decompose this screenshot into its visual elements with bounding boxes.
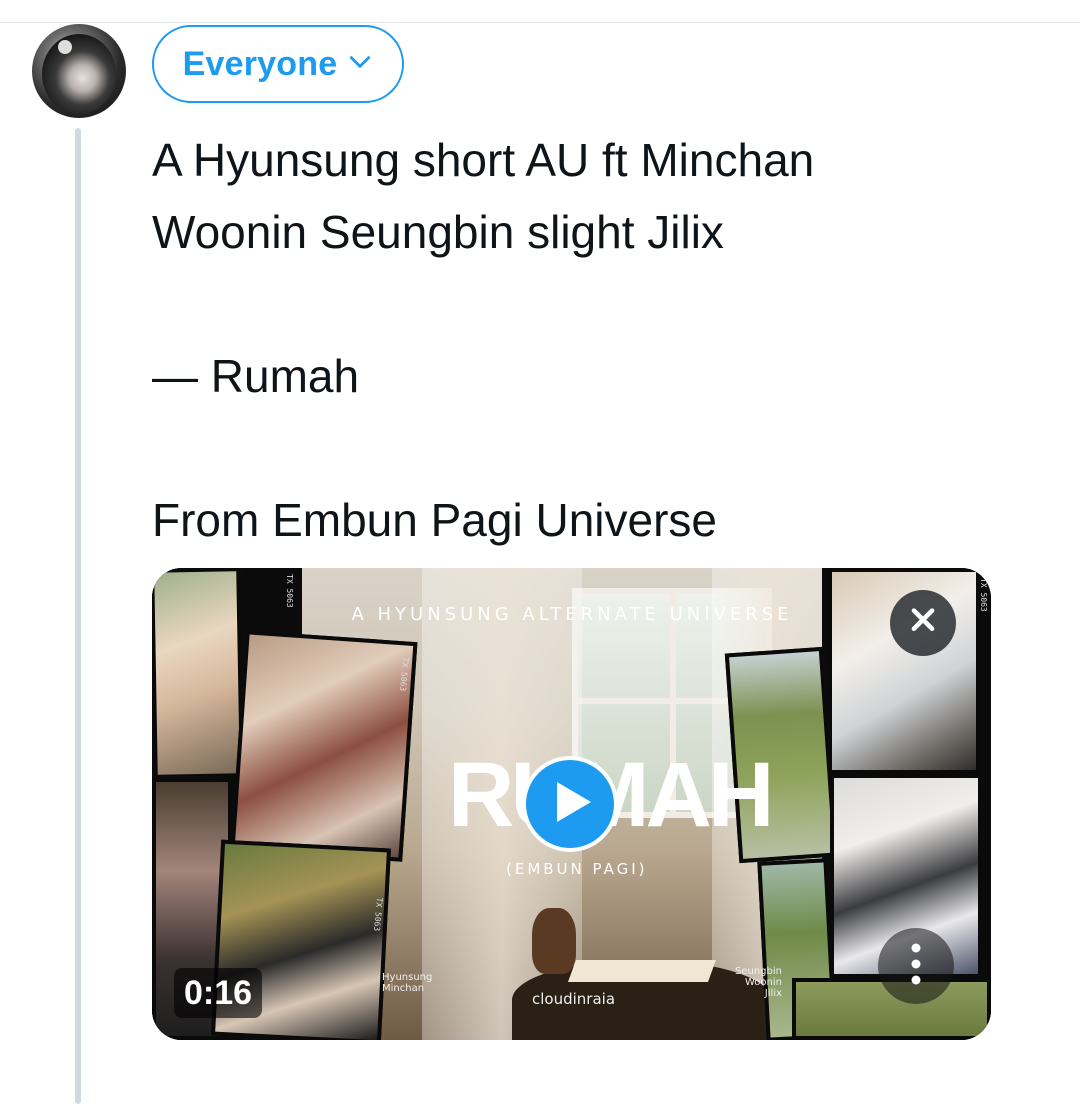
- video-watermark: cloudinraia: [532, 990, 616, 1008]
- caption-right: Seungbin Woonin Jilix: [735, 966, 782, 999]
- close-icon: [905, 601, 941, 646]
- caption-left: Hyunsung Minchan: [382, 972, 433, 994]
- collage-photo: [230, 630, 418, 862]
- tweet-line: Woonin Seungbin slight Jilix: [152, 206, 724, 258]
- audience-button[interactable]: Everyone: [152, 25, 404, 103]
- avatar[interactable]: [32, 24, 126, 118]
- close-button[interactable]: [890, 590, 956, 656]
- play-button[interactable]: [522, 756, 618, 852]
- thread-line: [75, 128, 81, 1104]
- video-overlay-title: A HYUNSUNG ALTERNATE UNIVERSE: [351, 604, 793, 625]
- collage-photo: [152, 568, 244, 779]
- video-player[interactable]: TX 5063 TX 5063 TX 5063 TX 5063 A HYUNSU…: [152, 568, 991, 1040]
- top-divider: [0, 22, 1080, 23]
- play-icon: [547, 780, 593, 829]
- tweet-line: — Rumah: [152, 350, 360, 402]
- chevron-down-icon: [347, 49, 373, 80]
- video-duration: 0:16: [174, 968, 263, 1018]
- audience-label: Everyone: [182, 44, 338, 83]
- video-sub-title: (EMBUN PAGI): [506, 860, 648, 878]
- tweet-text: A Hyunsung short AU ft Minchan Woonin Se…: [152, 124, 1032, 556]
- more-vertical-icon: [910, 942, 922, 991]
- more-options-button[interactable]: [878, 928, 954, 1004]
- tweet-line: A Hyunsung short AU ft Minchan: [152, 134, 815, 186]
- tweet-line: From Embun Pagi Universe: [152, 494, 717, 546]
